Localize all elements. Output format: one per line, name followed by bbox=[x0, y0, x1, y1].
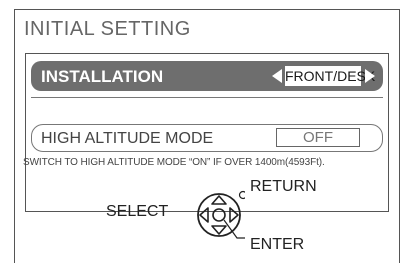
enter-label: ENTER bbox=[250, 236, 305, 253]
triangle-left-icon[interactable] bbox=[272, 69, 282, 83]
triangle-right-icon[interactable] bbox=[365, 69, 375, 83]
high-altitude-value-box[interactable]: OFF bbox=[276, 128, 360, 147]
high-altitude-label: HIGH ALTITUDE MODE bbox=[41, 130, 214, 147]
installation-value-box[interactable]: FRONT/DESK bbox=[285, 66, 375, 86]
high-altitude-row[interactable]: HIGH ALTITUDE MODE OFF bbox=[31, 124, 383, 152]
menu-title: INITIAL SETTING bbox=[24, 18, 191, 40]
high-altitude-value: OFF bbox=[303, 129, 333, 146]
divider bbox=[31, 97, 383, 98]
return-label: RETURN bbox=[250, 178, 317, 195]
dpad-icon bbox=[197, 190, 245, 239]
installation-value: FRONT/DESK bbox=[285, 68, 376, 84]
return-circle-icon bbox=[238, 190, 245, 200]
select-label: SELECT bbox=[106, 203, 169, 220]
installation-label: INSTALLATION bbox=[41, 67, 164, 86]
high-altitude-note: SWITCH TO HIGH ALTITUDE MODE “ON” IF OVE… bbox=[23, 157, 325, 168]
installation-row[interactable]: INSTALLATION FRONT/DESK bbox=[31, 61, 383, 91]
